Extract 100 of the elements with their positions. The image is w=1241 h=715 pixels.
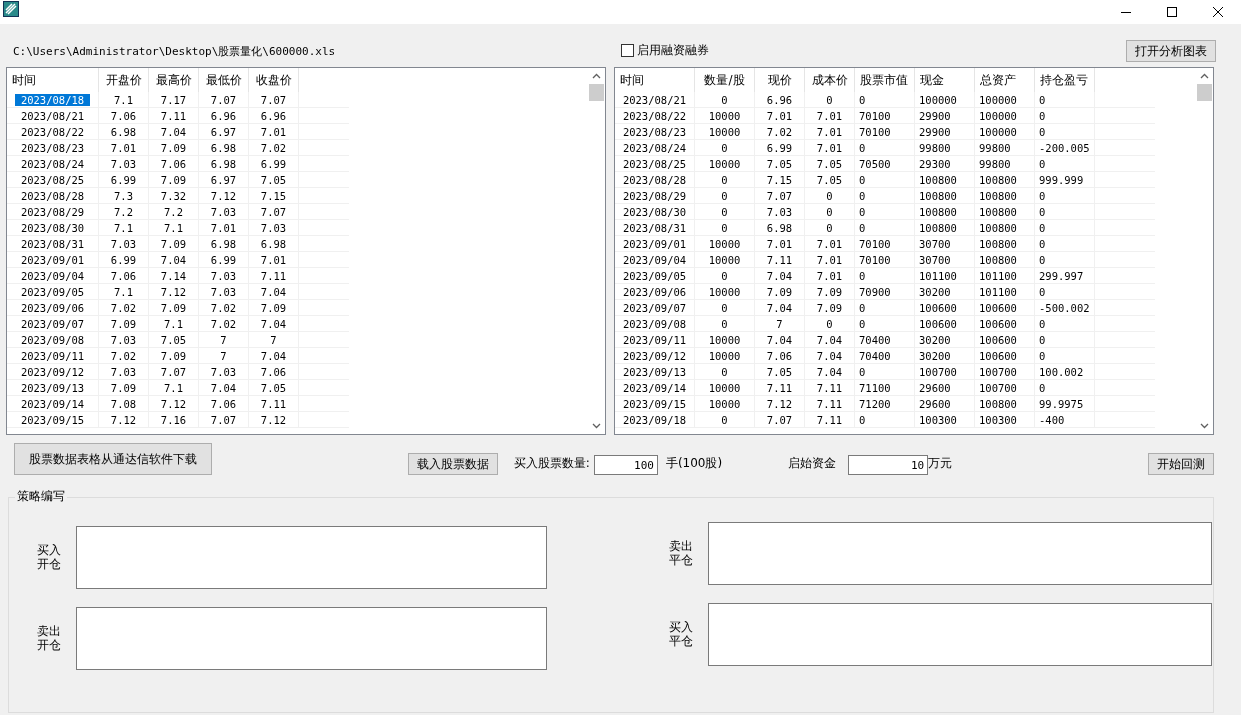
date-cell[interactable]: 2023/09/18 [615,412,695,428]
table-cell: 7.11 [805,396,855,412]
table-cell: 7.03 [249,220,299,236]
date-cell[interactable]: 2023/08/31 [615,220,695,236]
date-cell[interactable]: 2023/09/11 [615,332,695,348]
table-cell: 100800 [975,252,1035,268]
table-cell: 7.1 [149,316,199,332]
date-cell[interactable]: 2023/08/29 [7,204,99,220]
table-cell: 7.01 [805,124,855,140]
margin-checkbox[interactable]: 启用融资融券 [621,42,709,62]
column-header[interactable]: 收盘价 [249,68,299,92]
table-cell: 0 [695,300,755,316]
table-cell: 100000 [975,108,1035,124]
strategy-field[interactable] [708,522,1213,585]
date-cell[interactable]: 2023/09/12 [615,348,695,364]
table-cell: 70100 [855,252,915,268]
date-cell[interactable]: 2023/08/24 [7,156,99,172]
scroll-thumb[interactable] [589,84,604,101]
date-cell[interactable]: 2023/09/07 [615,300,695,316]
scroll-up-icon[interactable] [592,73,601,79]
date-cell[interactable]: 2023/09/15 [7,412,99,428]
date-cell[interactable]: 2023/09/04 [7,268,99,284]
scroll-down-icon[interactable] [592,423,601,429]
date-cell[interactable]: 2023/08/25 [615,156,695,172]
table-cell: 7.11 [149,108,199,124]
date-cell[interactable]: 2023/08/22 [615,108,695,124]
date-cell[interactable]: 2023/08/21 [7,108,99,124]
table-cell: 7.01 [755,108,805,124]
date-cell[interactable]: 2023/09/01 [615,236,695,252]
date-cell[interactable]: 2023/08/28 [7,188,99,204]
scroll-down-icon[interactable] [1200,423,1209,429]
table-cell: 100700 [975,364,1035,380]
open-chart-button[interactable]: 打开分析图表 [1126,40,1216,62]
table-cell: 100600 [975,300,1035,316]
date-cell[interactable]: 2023/09/08 [615,316,695,332]
table-cell: 29600 [915,380,975,396]
date-cell[interactable]: 2023/09/04 [615,252,695,268]
date-cell[interactable]: 2023/08/29 [615,188,695,204]
date-cell[interactable]: 2023/09/08 [7,332,99,348]
date-cell[interactable]: 2023/09/06 [7,300,99,316]
strategy-field[interactable] [76,607,548,670]
date-cell[interactable]: 2023/09/05 [615,268,695,284]
date-cell[interactable]: 2023/08/30 [7,220,99,236]
date-cell[interactable]: 2023/09/07 [7,316,99,332]
date-cell[interactable]: 2023/08/25 [7,172,99,188]
column-header[interactable]: 股票市值 [855,68,915,92]
date-cell[interactable]: 2023/09/15 [615,396,695,412]
column-header[interactable]: 成本价 [805,68,855,92]
column-header[interactable]: 最低价 [199,68,249,92]
column-header[interactable]: 时间 [615,68,695,92]
maximize-icon[interactable] [1167,7,1177,17]
load-data-button[interactable]: 载入股票数据 [407,453,498,475]
strategy-field[interactable] [708,603,1213,666]
strategy-field[interactable] [76,526,548,589]
table-cell: 71100 [855,380,915,396]
date-cell[interactable]: 2023/09/13 [615,364,695,380]
column-header[interactable]: 开盘价 [99,68,149,92]
table-cell: 70100 [855,124,915,140]
column-header[interactable]: 持仓盈亏 [1035,68,1095,92]
date-cell[interactable]: 2023/08/28 [615,172,695,188]
backtest-button[interactable]: 开始回测 [1148,453,1214,475]
date-cell[interactable]: 2023/09/01 [7,252,99,268]
column-header[interactable]: 最高价 [149,68,199,92]
table-cell: 7.1 [149,220,199,236]
date-cell[interactable]: 2023/08/31 [7,236,99,252]
table-cell: 0 [1035,124,1095,140]
date-cell[interactable]: 2023/08/21 [615,92,695,108]
table-cell: 7.02 [99,348,149,364]
date-cell[interactable]: 2023/08/22 [7,124,99,140]
column-header[interactable]: 时间 [7,68,99,92]
date-cell[interactable]: 2023/08/23 [7,140,99,156]
table-cell: 0 [1035,252,1095,268]
table-cell: 0 [695,364,755,380]
scroll-up-icon[interactable] [1200,73,1209,79]
download-button[interactable]: 股票数据表格从通达信软件下载 [14,443,212,475]
table-cell: 100800 [975,204,1035,220]
date-cell[interactable]: 2023/08/23 [615,124,695,140]
capital-field[interactable]: 10 [848,455,929,475]
table-cell: 6.99 [99,252,149,268]
quantity-field[interactable]: 100 [593,455,658,475]
close-icon[interactable] [1213,7,1223,17]
date-cell[interactable]: 2023/08/30 [615,204,695,220]
table-cell: 7.06 [99,268,149,284]
column-header[interactable]: 现价 [755,68,805,92]
date-cell[interactable]: 2023/09/12 [7,364,99,380]
column-header[interactable]: 数量/股 [695,68,755,92]
table-cell: 70400 [855,332,915,348]
date-cell[interactable]: 2023/09/05 [7,284,99,300]
date-cell[interactable]: 2023/08/24 [615,140,695,156]
column-header[interactable]: 总资产 [975,68,1035,92]
column-header[interactable]: 现金 [915,68,975,92]
table-cell: 7.09 [149,172,199,188]
table-cell: 0 [805,316,855,332]
scroll-thumb[interactable] [1197,84,1212,101]
date-cell[interactable]: 2023/09/06 [615,284,695,300]
field-label: 买入开仓 [37,544,62,571]
date-cell[interactable]: 2023/09/14 [615,380,695,396]
date-cell[interactable]: 2023/09/13 [7,380,99,396]
date-cell[interactable]: 2023/09/11 [7,348,99,364]
date-cell[interactable]: 2023/09/14 [7,396,99,412]
